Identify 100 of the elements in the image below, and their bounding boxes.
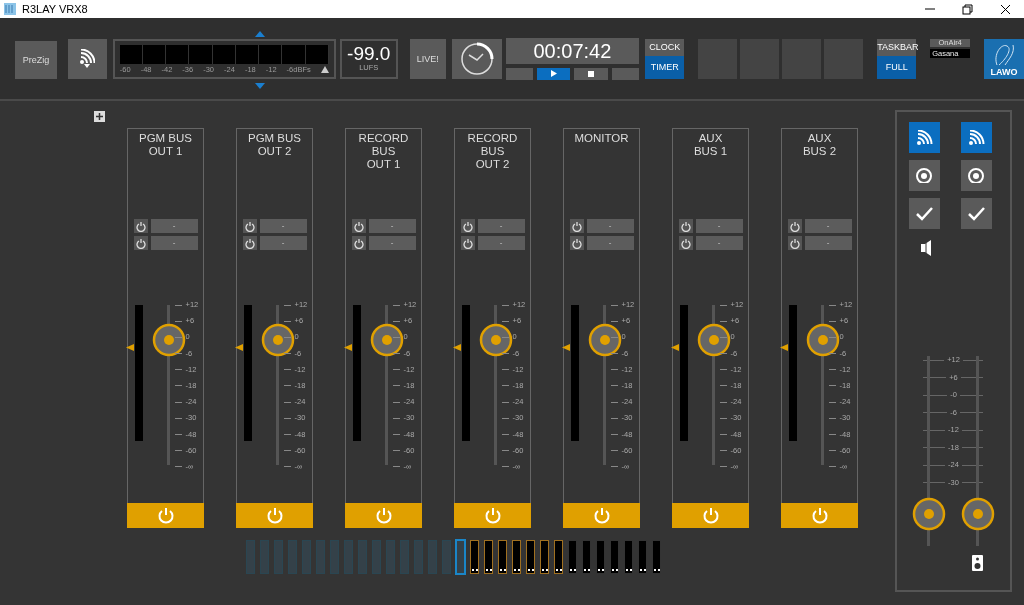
tick-mark	[828, 353, 836, 355]
add-button[interactable]	[94, 111, 105, 122]
route-field[interactable]: -	[804, 236, 852, 250]
power-icon	[593, 507, 610, 524]
restore-icon[interactable]	[961, 3, 973, 15]
broadcast-button[interactable]	[67, 38, 107, 79]
tick-mark	[610, 336, 618, 338]
route-field[interactable]: -	[586, 236, 634, 250]
tick-mark	[719, 434, 727, 435]
meter-slot[interactable]	[610, 540, 619, 574]
close-icon[interactable]	[999, 3, 1011, 15]
tick-mark	[501, 320, 509, 322]
meter-slot[interactable]	[498, 540, 507, 574]
meter-slot[interactable]	[470, 540, 479, 574]
meter-slot[interactable]	[484, 540, 493, 574]
route-field[interactable]: -	[259, 219, 307, 233]
power-button[interactable]	[351, 236, 366, 250]
power-icon	[353, 220, 364, 232]
power-button[interactable]	[133, 219, 148, 233]
meter-slot[interactable]	[624, 540, 633, 574]
route-field[interactable]: -	[695, 236, 743, 250]
broadcast-icon	[79, 49, 96, 64]
tick-mark	[174, 401, 182, 403]
toggle-button[interactable]	[961, 160, 992, 191]
tick-mark	[392, 304, 400, 306]
power-button[interactable]	[787, 236, 802, 250]
fader-knob[interactable]	[260, 323, 295, 358]
play-button[interactable]	[536, 67, 571, 80]
meter-slot[interactable]	[652, 540, 661, 574]
meter-slot[interactable]	[540, 540, 549, 574]
power-button[interactable]	[787, 219, 802, 233]
tick-mark	[283, 450, 291, 452]
tick-mark	[828, 385, 836, 387]
mode-button[interactable]: FULL	[877, 55, 917, 79]
live-button[interactable]: LIVE!	[409, 38, 446, 79]
fader-knob[interactable]	[912, 496, 946, 531]
route-field[interactable]: -	[150, 236, 198, 250]
tick-mark	[283, 434, 291, 435]
meter-slot[interactable]	[582, 540, 591, 574]
power-button[interactable]	[569, 219, 584, 233]
prezig-button[interactable]: PreZig	[15, 40, 57, 79]
tick-mark	[174, 385, 182, 387]
route-field[interactable]: -	[477, 219, 525, 233]
route-field[interactable]: -	[804, 219, 852, 233]
route-field[interactable]: -	[259, 236, 307, 250]
fader-knob[interactable]	[369, 323, 404, 358]
fader-knob[interactable]	[151, 323, 186, 358]
tick-mark	[392, 450, 400, 452]
clock-icon	[459, 41, 494, 76]
power-button[interactable]	[460, 236, 475, 250]
fader-knob[interactable]	[478, 323, 513, 358]
toggle-button[interactable]	[909, 198, 940, 229]
power-button[interactable]	[569, 236, 584, 250]
route-field[interactable]: -	[695, 219, 743, 233]
tick-mark	[828, 336, 836, 338]
fader-knob[interactable]	[805, 323, 840, 358]
tick-mark	[283, 336, 291, 338]
tick-mark	[392, 385, 400, 387]
power-button[interactable]	[678, 236, 693, 250]
toggle-button[interactable]	[909, 122, 940, 153]
power-button[interactable]	[242, 219, 257, 233]
power-icon	[375, 507, 392, 524]
route-field[interactable]: -	[150, 219, 198, 233]
meter-slot[interactable]	[568, 540, 577, 574]
tick-mark	[501, 401, 509, 403]
power-button[interactable]	[351, 219, 366, 233]
route-field[interactable]: -	[368, 236, 416, 250]
fader-knob[interactable]	[696, 323, 731, 358]
tick-mark	[610, 466, 618, 468]
fader-knob[interactable]	[587, 323, 622, 358]
mode-button[interactable]: TASKBAR	[877, 38, 917, 56]
tick-mark	[719, 320, 727, 322]
stop-button[interactable]	[574, 67, 608, 80]
meter-slot[interactable]	[512, 540, 521, 574]
power-icon	[157, 507, 174, 524]
tick-mark	[719, 304, 727, 306]
power-icon	[135, 237, 146, 249]
power-button[interactable]	[460, 219, 475, 233]
mode-button[interactable]: TIMER	[645, 55, 685, 79]
tick-mark	[392, 320, 400, 322]
meter-slot[interactable]	[638, 540, 647, 574]
meter-slot[interactable]	[596, 540, 605, 574]
fader-knob[interactable]	[961, 496, 995, 531]
power-button[interactable]	[133, 236, 148, 250]
mode-button[interactable]: CLOCK	[645, 38, 685, 56]
toggle-button[interactable]	[909, 160, 940, 191]
channel-name: PGM BUS OUT 1	[138, 131, 192, 159]
tick-mark	[501, 369, 509, 371]
power-button[interactable]	[242, 236, 257, 250]
tick-mark	[174, 369, 182, 371]
power-button[interactable]	[678, 219, 693, 233]
route-field[interactable]: -	[368, 219, 416, 233]
meter-slot[interactable]	[554, 540, 563, 574]
broadcast-icon	[968, 130, 985, 145]
toggle-button[interactable]	[961, 122, 992, 153]
route-field[interactable]: -	[477, 236, 525, 250]
meter-slot[interactable]	[526, 540, 535, 574]
route-field[interactable]: -	[586, 219, 634, 233]
toggle-button[interactable]	[961, 198, 992, 229]
pointer-icon	[670, 344, 679, 352]
